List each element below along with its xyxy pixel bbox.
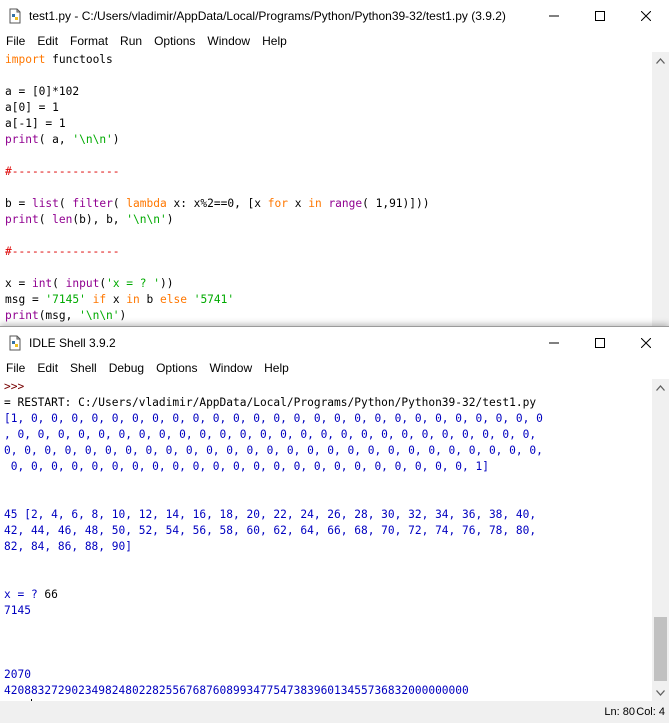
status-line-number: Ln: 80 xyxy=(604,706,635,718)
output-line: 4208832729023498248022825567687608993477… xyxy=(4,684,469,697)
output-line: 82, 84, 86, 88, 90] xyxy=(4,540,132,553)
code-line: b = list( filter( lambda x: x%2==0, [x f… xyxy=(5,197,430,210)
output-line: 0, 0, 0, 0, 0, 0, 0, 0, 0, 0, 0, 0, 0, 0… xyxy=(4,444,543,457)
menu-format[interactable]: Format xyxy=(64,31,114,52)
menu-run[interactable]: Run xyxy=(114,31,148,52)
editor-scrollbar[interactable] xyxy=(652,52,669,327)
code-comment: #---------------- xyxy=(5,245,120,258)
menu-file[interactable]: File xyxy=(0,358,31,379)
editor-title: test1.py - C:/Users/vladimir/AppData/Loc… xyxy=(29,8,506,23)
shell-window-controls xyxy=(531,327,669,358)
editor-window-controls xyxy=(531,0,669,31)
input-value: 66 xyxy=(44,588,58,601)
output-line: 42, 44, 46, 48, 50, 52, 54, 56, 58, 60, … xyxy=(4,524,537,537)
code-line: a[-1] = 1 xyxy=(5,117,66,130)
editor-titlebar[interactable]: test1.py - C:/Users/vladimir/AppData/Loc… xyxy=(0,0,669,31)
maximize-button[interactable] xyxy=(577,327,623,358)
menu-help[interactable]: Help xyxy=(258,358,295,379)
scroll-up-button[interactable] xyxy=(652,379,669,396)
code-line: msg = '7145' if x in b else '5741' xyxy=(5,293,235,306)
minimize-button[interactable] xyxy=(531,0,577,31)
maximize-button[interactable] xyxy=(577,0,623,31)
python-file-icon xyxy=(7,8,23,24)
code-comment: #---------------- xyxy=(5,165,120,178)
minimize-icon xyxy=(549,15,559,16)
menu-options[interactable]: Options xyxy=(150,358,203,379)
maximize-icon xyxy=(595,337,605,348)
shell-console[interactable]: >>> = RESTART: C:/Users/vladimir/AppData… xyxy=(0,379,651,701)
menu-edit[interactable]: Edit xyxy=(31,358,64,379)
menu-debug[interactable]: Debug xyxy=(103,358,150,379)
scroll-up-button[interactable] xyxy=(652,52,669,69)
shell-prompt: >>> xyxy=(4,380,25,393)
chevron-down-icon xyxy=(656,689,665,696)
output-line: 2070 xyxy=(4,668,31,681)
menu-help[interactable]: Help xyxy=(256,31,293,52)
code-line: a = [0]*102 xyxy=(5,85,80,98)
menu-file[interactable]: File xyxy=(0,31,31,52)
status-column-number: Col: 4 xyxy=(636,706,665,718)
shell-menubar: File Edit Shell Debug Options Window Hel… xyxy=(0,358,669,379)
status-bar: Ln: 80 Col: 4 xyxy=(0,701,669,723)
editor-window: test1.py - C:/Users/vladimir/AppData/Loc… xyxy=(0,0,669,328)
code-line: x = int( input('x = ? ')) xyxy=(5,277,174,290)
idle-app-icon xyxy=(7,335,23,351)
shell-title: IDLE Shell 3.9.2 xyxy=(29,335,116,350)
minimize-icon xyxy=(549,342,559,343)
code-line: a[0] = 1 xyxy=(5,101,59,114)
minimize-button[interactable] xyxy=(531,327,577,358)
menu-window[interactable]: Window xyxy=(201,31,256,52)
output-line: , 0, 0, 0, 0, 0, 0, 0, 0, 0, 0, 0, 0, 0,… xyxy=(4,428,537,441)
close-button[interactable] xyxy=(623,0,669,31)
input-prompt: x = ? xyxy=(4,588,45,601)
input-line: x = ? 66 xyxy=(0,587,651,603)
code-line: print(msg, '\n\n') xyxy=(5,309,127,322)
menu-edit[interactable]: Edit xyxy=(31,31,64,52)
close-button[interactable] xyxy=(623,327,669,358)
menu-shell[interactable]: Shell xyxy=(64,358,103,379)
menu-window[interactable]: Window xyxy=(203,358,258,379)
output-line: [1, 0, 0, 0, 0, 0, 0, 0, 0, 0, 0, 0, 0, … xyxy=(4,412,543,425)
shell-scrollbar[interactable] xyxy=(652,379,669,701)
restart-line: = RESTART: C:/Users/vladimir/AppData/Loc… xyxy=(4,396,537,409)
chevron-up-icon xyxy=(656,57,665,64)
menu-options[interactable]: Options xyxy=(148,31,201,52)
shell-window: IDLE Shell 3.9.2 File Edit Shell Debug O… xyxy=(0,326,669,723)
close-icon xyxy=(641,337,651,348)
scroll-down-button[interactable] xyxy=(652,684,669,701)
close-icon xyxy=(641,10,651,21)
editor-menubar: File Edit Format Run Options Window Help xyxy=(0,31,669,52)
output-line: 45 [2, 4, 6, 8, 10, 12, 14, 16, 18, 20, … xyxy=(4,508,537,521)
shell-titlebar[interactable]: IDLE Shell 3.9.2 xyxy=(0,327,669,358)
chevron-up-icon xyxy=(656,384,665,391)
code-editor[interactable]: import functools a = [0]*102 a[0] = 1 a[… xyxy=(0,52,651,327)
code-line: import functools xyxy=(5,53,113,66)
scroll-thumb[interactable] xyxy=(654,617,667,681)
output-line: 0, 0, 0, 0, 0, 0, 0, 0, 0, 0, 0, 0, 0, 0… xyxy=(4,460,489,473)
output-line: 7145 xyxy=(4,604,31,617)
code-line: print( len(b), b, '\n\n') xyxy=(5,213,174,226)
code-line: print( a, '\n\n') xyxy=(5,133,120,146)
maximize-icon xyxy=(595,10,605,21)
